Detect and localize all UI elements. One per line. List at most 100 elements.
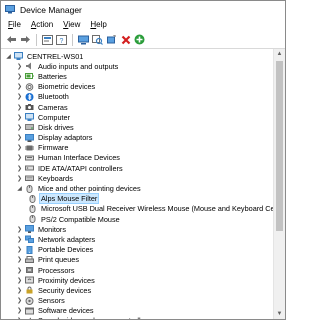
- expand-chevron-icon[interactable]: ❯: [15, 286, 24, 295]
- tree-category-label: Biometric devices: [38, 82, 96, 92]
- expand-chevron-icon[interactable]: ❯: [15, 72, 24, 81]
- expand-chevron-icon[interactable]: ❯: [15, 133, 24, 142]
- tree-category[interactable]: ❯ Keyboards: [1, 173, 274, 183]
- tree-category[interactable]: ❯ Print queues: [1, 255, 274, 265]
- expand-chevron-icon[interactable]: ❯: [15, 103, 24, 112]
- tree-category[interactable]: ❯ Processors: [1, 265, 274, 275]
- toolbar: ?: [1, 31, 285, 49]
- tree-device-item[interactable]: PS/2 Compatible Mouse: [1, 214, 274, 224]
- tree-device-item[interactable]: Alps Mouse Filter: [1, 193, 274, 205]
- tree-category[interactable]: ❯ Biometric devices: [1, 82, 274, 92]
- scroll-up-arrow-icon[interactable]: ▲: [274, 49, 285, 59]
- back-icon[interactable]: [5, 33, 18, 46]
- tree-category[interactable]: ❯ Proximity devices: [1, 275, 274, 285]
- device-manager-app-icon: [5, 5, 15, 14]
- tree-category[interactable]: ❯ Security devices: [1, 285, 274, 295]
- menu-view[interactable]: View: [58, 20, 85, 29]
- scroll-down-arrow-icon[interactable]: ▼: [274, 309, 285, 319]
- tree-category[interactable]: ❯ Audio inputs and outputs: [1, 61, 274, 71]
- portable-icon: [26, 245, 33, 254]
- properties-icon[interactable]: [41, 33, 54, 46]
- help-icon[interactable]: ?: [55, 33, 68, 46]
- scan-hardware-icon[interactable]: [91, 33, 104, 46]
- mouse-icon: [26, 184, 33, 193]
- menu-label-rest: ile: [12, 20, 21, 29]
- tree-device-label: Alps Mouse Filter: [38, 193, 100, 205]
- expand-chevron-icon[interactable]: ❯: [15, 153, 24, 162]
- printer-icon: [25, 255, 34, 263]
- tree-category-label: Sound, video and game controllers: [37, 316, 152, 319]
- expand-chevron-icon[interactable]: ❯: [15, 266, 24, 275]
- tree-category-label: Processors: [38, 265, 75, 275]
- expand-chevron-icon[interactable]: ❯: [15, 143, 24, 152]
- expand-chevron-icon[interactable]: ❯: [15, 245, 24, 254]
- tree-category-label: Print queues: [38, 255, 79, 265]
- tree-category-label: Cameras: [38, 102, 68, 112]
- menu-help[interactable]: Help: [85, 20, 111, 29]
- menu-file[interactable]: File: [3, 20, 26, 29]
- expand-chevron-icon[interactable]: ❯: [15, 92, 24, 101]
- expand-chevron-icon[interactable]: ❯: [15, 113, 24, 122]
- tree-device-item[interactable]: Microsoft USB Dual Receiver Wireless Mou…: [1, 204, 274, 214]
- tree-category[interactable]: ❯ Sound, video and game controllers: [1, 316, 274, 319]
- tree-category[interactable]: ❯ Computer: [1, 112, 274, 122]
- tree-device-label: PS/2 Compatible Mouse: [41, 214, 120, 224]
- window-title: Device Manager: [20, 4, 82, 15]
- tree-category[interactable]: ❯ Bluetooth: [1, 92, 274, 102]
- expand-chevron-icon[interactable]: ❯: [15, 62, 24, 71]
- sound-icon: [29, 317, 31, 319]
- svg-text:?: ?: [60, 38, 64, 45]
- tree-category[interactable]: ❯ Software devices: [1, 306, 274, 316]
- expand-chevron-icon[interactable]: ❯: [15, 276, 24, 285]
- sensor-icon: [25, 296, 34, 305]
- processor-icon: [26, 267, 33, 274]
- scrollbar-thumb[interactable]: [276, 61, 283, 231]
- tree-category[interactable]: ❯ Human Interface Devices: [1, 153, 274, 163]
- expand-chevron-icon[interactable]: ❯: [15, 316, 24, 319]
- add-icon[interactable]: [133, 33, 146, 46]
- tree-category[interactable]: ❯ Cameras: [1, 102, 274, 112]
- collapse-chevron-icon[interactable]: ◢: [15, 184, 24, 193]
- collapse-chevron-icon[interactable]: ◢: [4, 52, 13, 61]
- expand-chevron-icon[interactable]: ❯: [15, 225, 24, 234]
- uninstall-icon[interactable]: [105, 33, 118, 46]
- update-driver-icon[interactable]: [77, 33, 90, 46]
- forward-icon[interactable]: [19, 33, 32, 46]
- device-manager-window: Device Manager File Action View Help ? ◢…: [0, 0, 286, 320]
- expand-chevron-icon[interactable]: ❯: [15, 174, 24, 183]
- tree-category[interactable]: ❯ Portable Devices: [1, 245, 274, 255]
- vertical-scrollbar[interactable]: ▲ ▼: [273, 49, 285, 319]
- expand-chevron-icon[interactable]: ❯: [15, 255, 24, 264]
- expand-chevron-icon[interactable]: ❯: [15, 164, 24, 173]
- hid-icon: [25, 155, 34, 161]
- tree-category[interactable]: ❯ Display adaptors: [1, 133, 274, 143]
- tree-category[interactable]: ❯ Sensors: [1, 296, 274, 306]
- tree-category-label: Disk drives: [38, 122, 74, 132]
- tree-category[interactable]: ❯ Network adapters: [1, 234, 274, 244]
- tree-category[interactable]: ❯ Disk drives: [1, 122, 274, 132]
- tree-category[interactable]: ❯ Monitors: [1, 224, 274, 234]
- expand-chevron-icon[interactable]: ❯: [15, 296, 24, 305]
- tree-category-label: Mice and other pointing devices: [38, 184, 141, 194]
- expand-chevron-icon[interactable]: ❯: [15, 123, 24, 132]
- expand-chevron-icon[interactable]: ❯: [15, 306, 24, 315]
- tree-category[interactable]: ❯ Batteries: [1, 71, 274, 81]
- expand-chevron-icon[interactable]: ❯: [15, 82, 24, 91]
- tree-category-label: Bluetooth: [38, 92, 69, 102]
- tree-category-label: Human Interface Devices: [38, 153, 120, 163]
- computer-icon: [14, 52, 23, 61]
- tree-category-label: Proximity devices: [38, 275, 95, 285]
- tree-category[interactable]: ◢ Mice and other pointing devices: [1, 183, 274, 193]
- controller-icon: [25, 165, 34, 171]
- mouse-icon: [29, 194, 36, 203]
- menu-action[interactable]: Action: [26, 20, 58, 29]
- tree-category[interactable]: ❯ IDE ATA/ATAPI controllers: [1, 163, 274, 173]
- expand-chevron-icon[interactable]: ❯: [15, 235, 24, 244]
- tree-category-label: Audio inputs and outputs: [38, 61, 119, 71]
- delete-icon[interactable]: [119, 33, 132, 46]
- tree-root-computer[interactable]: ◢ CENTREL-WS01: [1, 51, 274, 61]
- tree-category-label: Batteries: [38, 71, 67, 81]
- mouse-icon: [29, 215, 36, 224]
- tree-category[interactable]: ❯ Firmware: [1, 143, 274, 153]
- tree-category-label: Computer: [38, 112, 71, 122]
